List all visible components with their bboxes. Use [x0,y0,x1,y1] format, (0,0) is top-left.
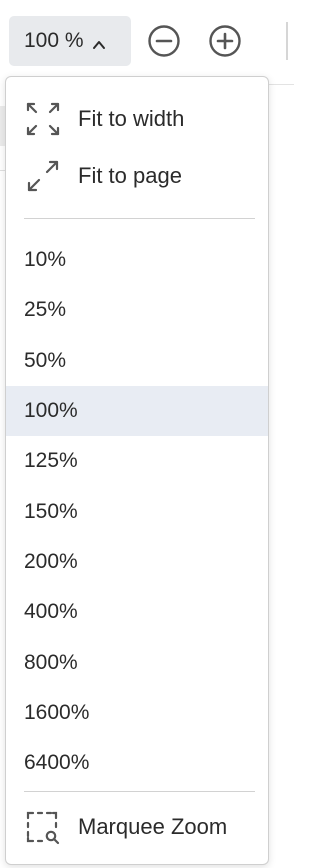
zoom-level-option-selected[interactable]: 100% [6,385,268,437]
marquee-zoom-option[interactable]: Marquee Zoom [6,799,268,855]
zoom-level-list: 10% 25% 50% 100% 125% 150% 200% 400% 800… [6,235,268,788]
zoom-level-option[interactable]: 800% [6,637,268,687]
zoom-level-option[interactable]: 200% [6,537,268,587]
fit-to-width-label: Fit to width [78,106,185,131]
zoom-level-option[interactable]: 50% [6,336,268,386]
chevron-up-icon [92,34,106,49]
menu-divider [24,791,255,792]
zoom-toolbar: 100 % [0,0,294,84]
zoom-level-option[interactable]: 150% [6,486,268,536]
plus-circle-icon [209,25,241,57]
zoom-in-button[interactable] [207,23,243,59]
fit-to-width-option[interactable]: Fit to width [6,91,268,147]
menu-divider [24,218,255,219]
zoom-level-option[interactable]: 6400% [6,738,268,788]
zoom-level-option[interactable]: 25% [6,285,268,335]
fit-page-icon [27,160,59,192]
fit-to-page-label: Fit to page [78,163,182,188]
zoom-level-option[interactable]: 10% [6,235,268,285]
zoom-menu: Fit to width Fit to page 10% 25% 50% 100… [5,76,269,865]
background-divider [268,84,294,85]
zoom-level-option[interactable]: 125% [6,436,268,486]
fit-to-page-option[interactable]: Fit to page [6,148,268,204]
toolbar-separator [286,22,288,60]
marquee-zoom-label: Marquee Zoom [78,814,228,839]
marquee-zoom-icon [26,811,60,845]
zoom-out-button[interactable] [146,23,182,59]
zoom-level-option[interactable]: 1600% [6,688,268,738]
zoom-level-option[interactable]: 400% [6,587,268,637]
zoom-level-value: 100 % [24,29,84,52]
fit-width-icon [26,102,60,136]
minus-circle-icon [148,25,180,57]
zoom-level-dropdown[interactable]: 100 % [9,16,131,66]
